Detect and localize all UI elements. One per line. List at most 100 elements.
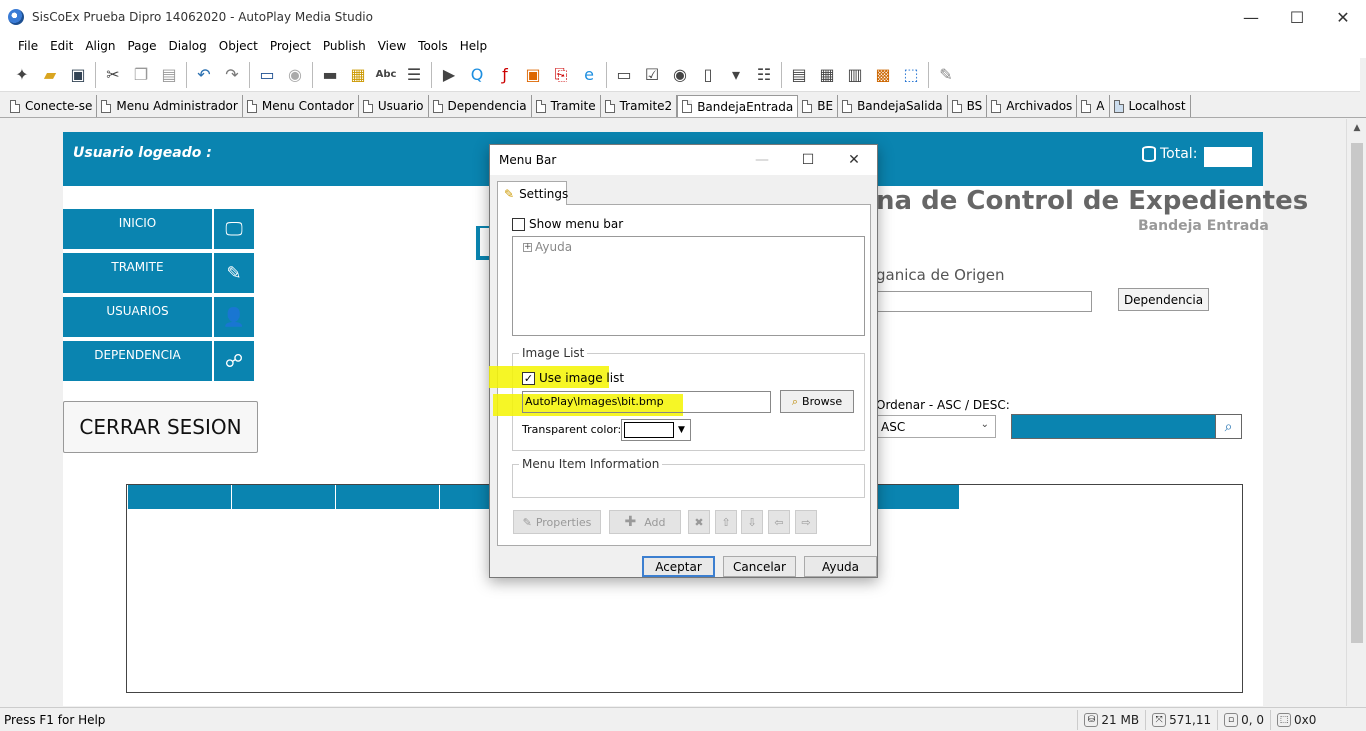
properties-button[interactable]: ✎ Properties bbox=[513, 510, 601, 534]
copy-icon[interactable]: ❐ bbox=[127, 61, 155, 89]
menu-align[interactable]: Align bbox=[79, 39, 121, 53]
minimize-button[interactable]: — bbox=[1228, 0, 1274, 34]
search-icon[interactable]: ⌕ bbox=[1215, 415, 1241, 438]
tab-menu-contador[interactable]: Menu Contador bbox=[242, 95, 359, 117]
flash-object-icon[interactable]: ƒ bbox=[491, 61, 519, 89]
close-button[interactable]: ✕ bbox=[1320, 0, 1366, 34]
menu-file[interactable]: File bbox=[12, 39, 44, 53]
combobox-object-icon[interactable]: ▾ bbox=[722, 61, 750, 89]
ok-button[interactable]: Aceptar bbox=[642, 556, 715, 577]
save-icon[interactable]: ▣ bbox=[64, 61, 92, 89]
vertical-scrollbar[interactable]: ▲ bbox=[1346, 119, 1366, 706]
tab-a[interactable]: A bbox=[1077, 95, 1110, 117]
hidden-object-stub[interactable] bbox=[476, 226, 490, 260]
input-object-icon[interactable]: ▭ bbox=[610, 61, 638, 89]
paragraph-object-icon[interactable]: ☰ bbox=[400, 61, 428, 89]
browse-button[interactable]: ⌕ Browse bbox=[780, 390, 854, 413]
grid-column-header[interactable] bbox=[336, 485, 440, 509]
nav-inicio-button[interactable]: INICIO 🖵 bbox=[63, 209, 254, 249]
video-object-icon[interactable]: ▶ bbox=[435, 61, 463, 89]
tab-tramite2[interactable]: Tramite2 bbox=[600, 95, 678, 117]
move-down-icon[interactable]: ⇩ bbox=[741, 510, 763, 534]
plugin-object-icon[interactable]: ▩ bbox=[869, 61, 897, 89]
menu-publish[interactable]: Publish bbox=[317, 39, 372, 53]
listbox-object-icon[interactable]: ▯ bbox=[694, 61, 722, 89]
wand-icon[interactable]: ✦ bbox=[8, 61, 36, 89]
tab-archivados[interactable]: Archivados bbox=[987, 95, 1078, 117]
tab-bandejaentrada[interactable]: BandejaEntrada bbox=[677, 95, 799, 117]
tab-localhost[interactable]: Localhost bbox=[1109, 95, 1191, 117]
grid-object-icon[interactable]: ▤ bbox=[785, 61, 813, 89]
tab-bs[interactable]: BS bbox=[947, 95, 988, 117]
tab-dependencia[interactable]: Dependencia bbox=[428, 95, 532, 117]
image-path-input[interactable]: AutoPlay\Images\bit.bmp bbox=[522, 391, 771, 413]
order-select[interactable]: ASC ⌄ bbox=[876, 415, 996, 438]
dialog-close-button[interactable]: ✕ bbox=[831, 145, 877, 175]
move-left-icon[interactable]: ⇦ bbox=[768, 510, 790, 534]
scroll-up-icon[interactable]: ▲ bbox=[1347, 119, 1366, 137]
tab-menu-administrador[interactable]: Menu Administrador bbox=[97, 95, 243, 117]
scroll-thumb[interactable] bbox=[1351, 143, 1363, 643]
publish-disc-icon[interactable]: ◉ bbox=[281, 61, 309, 89]
use-image-list-checkbox[interactable]: ✓ Use image list bbox=[522, 371, 624, 385]
paste-icon[interactable]: ▤ bbox=[155, 61, 183, 89]
menu-tools[interactable]: Tools bbox=[412, 39, 454, 53]
origin-input[interactable] bbox=[876, 291, 1092, 312]
web-object-icon[interactable]: e bbox=[575, 61, 603, 89]
redo-icon[interactable]: ↷ bbox=[218, 61, 246, 89]
dialog-maximize-button[interactable]: ☐ bbox=[785, 145, 831, 175]
menu-edit[interactable]: Edit bbox=[44, 39, 79, 53]
menu-object[interactable]: Object bbox=[213, 39, 264, 53]
help-button[interactable]: Ayuda bbox=[804, 556, 877, 577]
nav-tramite-button[interactable]: TRAMITE ✎ bbox=[63, 253, 254, 293]
tab-usuario[interactable]: Usuario bbox=[358, 95, 429, 117]
radio-object-icon[interactable]: ◉ bbox=[666, 61, 694, 89]
search-input[interactable]: ⌕ bbox=[1011, 414, 1242, 439]
grid-column-header[interactable] bbox=[128, 485, 232, 509]
tab-tramite[interactable]: Tramite bbox=[531, 95, 601, 117]
progress-object-icon[interactable]: ▥ bbox=[841, 61, 869, 89]
pencil-icon[interactable]: ✎ bbox=[932, 61, 960, 89]
image-object-icon[interactable]: ▦ bbox=[344, 61, 372, 89]
checkbox-object-icon[interactable]: ☑ bbox=[638, 61, 666, 89]
tab-bandejasalida[interactable]: BandejaSalida bbox=[838, 95, 948, 117]
tree-item-ayuda[interactable]: + Ayuda bbox=[523, 240, 572, 254]
maximize-button[interactable]: ☐ bbox=[1274, 0, 1320, 34]
tab-conecte-se[interactable]: Conecte-se bbox=[6, 95, 98, 117]
show-menu-bar-checkbox[interactable]: Show menu bar bbox=[512, 217, 623, 231]
cut-icon[interactable]: ✂ bbox=[99, 61, 127, 89]
transparent-color-picker[interactable]: ▼ bbox=[621, 419, 691, 441]
menu-dialog[interactable]: Dialog bbox=[163, 39, 213, 53]
tree-object-icon[interactable]: ☷ bbox=[750, 61, 778, 89]
slideshow-object-icon[interactable]: ▣ bbox=[519, 61, 547, 89]
expand-icon[interactable]: + bbox=[523, 242, 532, 252]
undo-icon[interactable]: ↶ bbox=[190, 61, 218, 89]
menu-page[interactable]: Page bbox=[121, 39, 162, 53]
tab-be[interactable]: BE bbox=[798, 95, 839, 117]
button-object-icon[interactable]: ▬ bbox=[316, 61, 344, 89]
nav-dependencia-button[interactable]: DEPENDENCIA ☍ bbox=[63, 341, 254, 381]
logout-button[interactable]: CERRAR SESION bbox=[63, 401, 258, 453]
menu-view[interactable]: View bbox=[372, 39, 412, 53]
open-folder-icon[interactable]: ▰ bbox=[36, 61, 64, 89]
table-object-icon[interactable]: ▦ bbox=[813, 61, 841, 89]
menu-project[interactable]: Project bbox=[264, 39, 317, 53]
move-up-icon[interactable]: ⇧ bbox=[715, 510, 737, 534]
move-right-icon[interactable]: ⇨ bbox=[795, 510, 817, 534]
color-swatch bbox=[624, 422, 674, 438]
label-object-icon[interactable]: Abc bbox=[372, 61, 400, 89]
pdf-object-icon[interactable]: ⎘ bbox=[547, 61, 575, 89]
grid-column-header[interactable] bbox=[232, 485, 336, 509]
cancel-button[interactable]: Cancelar bbox=[723, 556, 796, 577]
preview-icon[interactable]: ▭ bbox=[253, 61, 281, 89]
tab-settings[interactable]: ✎ Settings bbox=[497, 181, 568, 205]
nav-usuarios-button[interactable]: USUARIOS 👤 bbox=[63, 297, 254, 337]
menu-tree[interactable]: + Ayuda bbox=[512, 236, 865, 336]
selection-icon[interactable]: ⬚ bbox=[897, 61, 925, 89]
menu-help[interactable]: Help bbox=[454, 39, 493, 53]
dialog-minimize-button[interactable]: — bbox=[739, 145, 785, 175]
quicktime-object-icon[interactable]: Q bbox=[463, 61, 491, 89]
add-button[interactable]: ✚ Add bbox=[609, 510, 681, 534]
dependencia-button[interactable]: Dependencia bbox=[1118, 288, 1209, 311]
delete-icon[interactable]: ✖ bbox=[688, 510, 710, 534]
